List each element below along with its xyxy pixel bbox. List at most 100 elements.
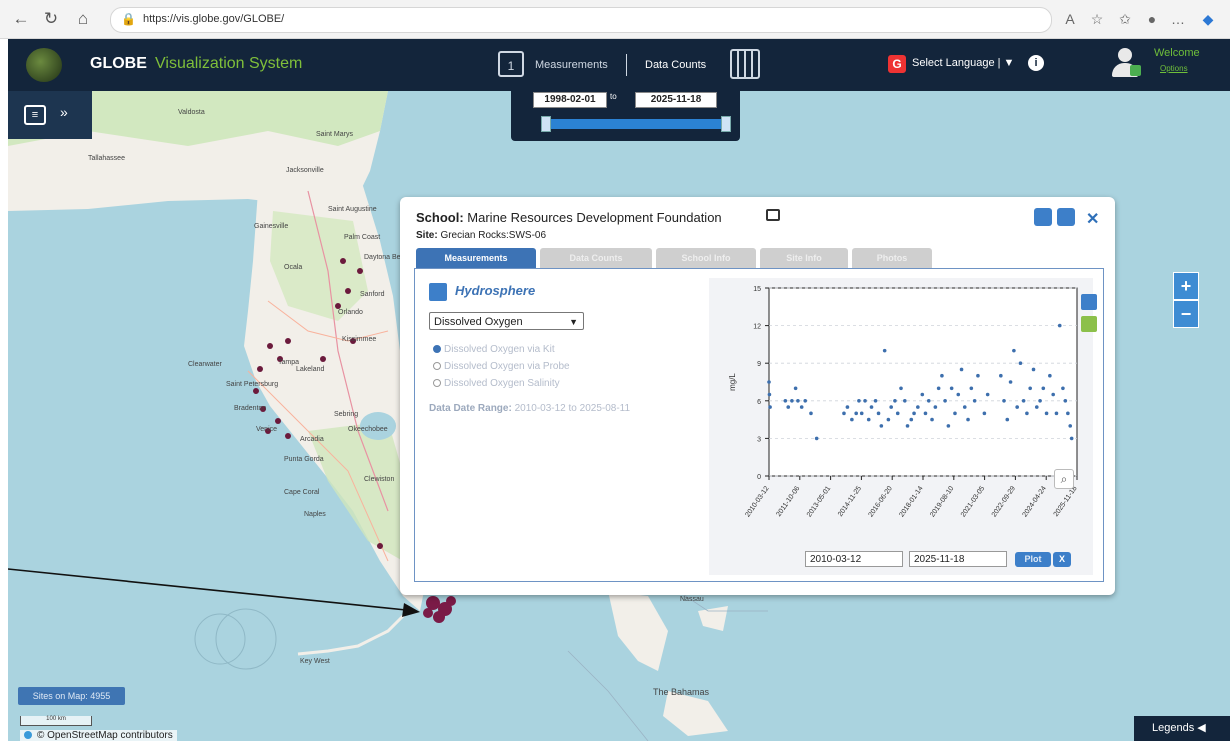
measurements-tab[interactable]: Measurements [535, 59, 608, 71]
start-date-field[interactable]: 1998-02-01 [533, 92, 607, 108]
plot-start-date[interactable]: 2010-03-12 [805, 551, 903, 567]
table-view-icon[interactable] [1081, 294, 1097, 310]
data-point [930, 417, 934, 422]
x-tick-label: 2014-11-25 [837, 485, 863, 518]
data-point [999, 373, 1003, 378]
table-icon[interactable] [429, 283, 447, 301]
read-aloud-icon[interactable]: A [1060, 9, 1080, 29]
data-counts-tab[interactable]: Data Counts [645, 59, 706, 71]
x-tick-label: 2018-01-14 [898, 485, 924, 518]
radio-do-probe[interactable]: Dissolved Oxygen via Probe [433, 361, 570, 372]
x-tick-label: 2025-11-18 [1053, 485, 1079, 518]
data-point [886, 417, 891, 422]
map-label: Palm Coast [344, 234, 381, 241]
site-name: Grecian Rocks:SWS-06 [440, 230, 547, 241]
data-point [1018, 361, 1023, 365]
data-point [842, 411, 846, 416]
edit-icon[interactable] [1057, 208, 1075, 226]
back-icon[interactable]: ← [10, 8, 32, 30]
refresh-icon[interactable]: ↻ [40, 8, 62, 30]
profile-icon[interactable]: ● [1142, 9, 1162, 29]
close-icon[interactable]: ✕ [1086, 209, 1099, 229]
language-selector[interactable]: Select Language | ▼ [912, 57, 1014, 69]
y-axis-label: mg/L [728, 373, 737, 391]
data-point [845, 405, 850, 409]
slider-start-handle[interactable] [541, 116, 551, 132]
copilot-icon[interactable]: ◆ [1198, 9, 1218, 29]
date-slider-track[interactable] [541, 119, 731, 129]
data-point [814, 436, 819, 441]
data-point [859, 411, 864, 416]
options-link[interactable]: Options [1160, 64, 1188, 73]
radio-do-salinity[interactable]: Dissolved Oxygen Salinity [433, 378, 560, 389]
end-date-field[interactable]: 2025-11-18 [635, 92, 717, 108]
tab-school-info[interactable]: School Info [656, 248, 756, 268]
site-line: Site: Grecian Rocks:SWS-06 [416, 230, 546, 241]
map-label: Gainesville [254, 223, 289, 230]
x-tick-label: 2021-03-05 [960, 485, 986, 518]
data-point [903, 399, 907, 403]
tab-site-info[interactable]: Site Info [760, 248, 848, 268]
tab-photos[interactable]: Photos [852, 248, 932, 268]
data-point [796, 399, 800, 403]
tab-data-counts[interactable]: Data Counts [540, 248, 652, 268]
browser-toolbar: ← ↻ ⌂ 🔒 https://vis.globe.gov/GLOBE/ A ☆… [0, 0, 1230, 39]
plot-button[interactable]: Plot [1015, 552, 1051, 567]
map-label: Saint Augustine [328, 206, 377, 213]
data-point [962, 405, 967, 409]
chevron-down-icon: » [60, 104, 68, 120]
y-tick-label: 9 [757, 361, 761, 368]
map-label: Valdosta [178, 109, 205, 116]
radio-do-kit[interactable]: Dissolved Oxygen via Kit [433, 344, 555, 355]
calendar-icon[interactable]: 1 [498, 51, 524, 77]
data-point [940, 373, 944, 378]
slider-end-handle[interactable] [721, 116, 731, 132]
data-point [1068, 424, 1073, 428]
home-icon[interactable]: ⌂ [72, 8, 94, 30]
data-point [1034, 405, 1039, 409]
more-menu-icon[interactable]: … [1168, 9, 1188, 29]
plot-end-date[interactable]: 2025-11-18 [909, 551, 1007, 567]
attribution-text[interactable]: © OpenStreetMap contributors [37, 730, 173, 741]
map-label: Okeechobee [348, 426, 388, 433]
layer-control[interactable]: ≡ » [8, 91, 92, 139]
data-point [893, 399, 897, 403]
address-bar[interactable]: 🔒 https://vis.globe.gov/GLOBE/ [110, 7, 1052, 33]
data-point [1038, 399, 1042, 403]
map-attribution: © OpenStreetMap contributors [20, 730, 177, 741]
zoom-out-button[interactable]: − [1173, 300, 1199, 328]
share-icon[interactable] [1034, 208, 1052, 226]
data-point [1012, 348, 1016, 353]
google-translate-icon[interactable]: G [888, 55, 906, 73]
clear-plot-button[interactable]: X [1053, 552, 1071, 567]
x-tick-label: 2019-08-10 [929, 485, 955, 518]
favorite-star-icon[interactable]: ☆ [1087, 9, 1107, 29]
data-point [1061, 386, 1065, 391]
add-chart-icon[interactable] [1081, 316, 1097, 332]
map-label: Key West [300, 658, 330, 665]
external-link-icon[interactable] [766, 209, 780, 221]
globe-logo-icon[interactable] [26, 48, 62, 82]
data-point [866, 417, 871, 422]
scale-bar: 100 km [20, 716, 92, 726]
data-point [905, 424, 910, 428]
data-point [1057, 323, 1062, 328]
data-point [850, 417, 854, 422]
zoom-in-button[interactable]: + [1173, 272, 1199, 300]
chart-container: 0 3 6 9 12 15 mg/L 2010-03-12 2011-10-06 2013-05-… [709, 278, 1093, 575]
data-point [923, 411, 928, 416]
map-label: Venice [256, 426, 278, 433]
data-point [895, 411, 900, 416]
legends-button[interactable]: Legends ◀ [1134, 716, 1230, 741]
radio-label: Dissolved Oxygen Salinity [444, 378, 560, 389]
favorites-icon[interactable]: ✩ [1115, 9, 1135, 29]
measurement-select[interactable]: Dissolved Oxygen ▼ [429, 312, 584, 330]
data-counts-icon[interactable] [730, 49, 760, 79]
user-icon[interactable] [1112, 48, 1142, 80]
data-point [882, 348, 887, 353]
map-label: Tallahassee [88, 155, 125, 162]
info-icon[interactable]: i [1028, 55, 1044, 71]
tab-measurements[interactable]: Measurements [416, 248, 536, 268]
zoom-chart-icon[interactable]: ⌕ [1054, 469, 1074, 489]
map-label: Punta Gorda [284, 456, 324, 463]
